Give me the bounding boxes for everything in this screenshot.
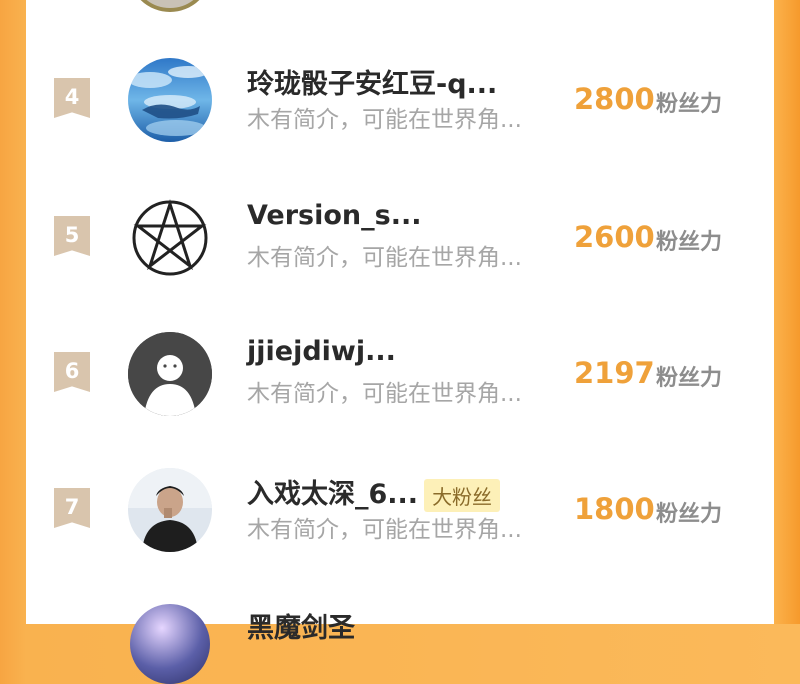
fan-power-count: 2197 bbox=[574, 356, 655, 390]
ranking-row[interactable]: 5 Version_s... 木有简介，可能在世界角... 2600 粉丝力 bbox=[26, 196, 774, 316]
bio-text: 木有简介，可能在世界角... bbox=[247, 245, 522, 271]
avatar[interactable] bbox=[128, 58, 212, 142]
ranking-row[interactable]: 7 入戏太深_6... 大粉丝 木有简介，可能在世界角... 1800 粉丝力 bbox=[26, 468, 774, 588]
bio-text: 木有简介，可能在世界角... bbox=[247, 517, 522, 543]
fan-power-count: 2800 bbox=[574, 82, 655, 116]
big-fan-badge: 大粉丝 bbox=[424, 479, 501, 512]
rank-badge: 5 bbox=[54, 216, 90, 256]
username-text: 入戏太深_6... bbox=[247, 479, 419, 510]
avatar[interactable] bbox=[128, 196, 212, 280]
avatar[interactable] bbox=[128, 468, 212, 552]
bio-text: 木有简介，可能在世界角... bbox=[247, 107, 522, 133]
ranking-list-panel: 4 玲珑骰子安红豆-q... 木有简介，可能在世界角... 2800 粉丝力 5… bbox=[26, 0, 774, 684]
rank-badge: 7 bbox=[54, 488, 90, 528]
ranking-row[interactable]: 6 jjiejdiwj... 木有简介，可能在世界角... 2197 粉丝力 bbox=[26, 332, 774, 452]
username[interactable]: 玲珑骰子安红豆-q... bbox=[247, 62, 497, 101]
username[interactable]: Version_s... bbox=[247, 200, 422, 231]
fan-power-label: 粉丝力 bbox=[656, 502, 723, 527]
person-photo-avatar-image bbox=[128, 468, 212, 552]
fan-power-count: 2600 bbox=[574, 220, 655, 254]
avatar[interactable] bbox=[128, 332, 212, 416]
avatar-previous-user[interactable] bbox=[128, 0, 212, 12]
avatar-next-user[interactable] bbox=[130, 604, 210, 684]
bio-text: 木有简介，可能在世界角... bbox=[247, 381, 522, 407]
whale-sky-avatar-image bbox=[128, 58, 212, 142]
right-border-decoration bbox=[774, 0, 800, 624]
fan-power-label: 粉丝力 bbox=[656, 230, 723, 255]
pentagram-avatar-icon bbox=[132, 199, 208, 276]
ranking-row[interactable]: 4 玲珑骰子安红豆-q... 木有简介，可能在世界角... 2800 粉丝力 bbox=[26, 58, 774, 178]
username[interactable]: 入戏太深_6... 大粉丝 bbox=[247, 472, 501, 512]
default-user-avatar-icon bbox=[128, 332, 212, 416]
fan-power-label: 粉丝力 bbox=[656, 92, 723, 117]
rank-badge: 6 bbox=[54, 352, 90, 392]
fan-power-count: 1800 bbox=[574, 492, 655, 526]
fan-power-label: 粉丝力 bbox=[656, 366, 723, 391]
username-next[interactable]: 黑魔剑圣 bbox=[247, 606, 355, 645]
username[interactable]: jjiejdiwj... bbox=[247, 336, 396, 367]
rank-badge: 4 bbox=[54, 78, 90, 118]
